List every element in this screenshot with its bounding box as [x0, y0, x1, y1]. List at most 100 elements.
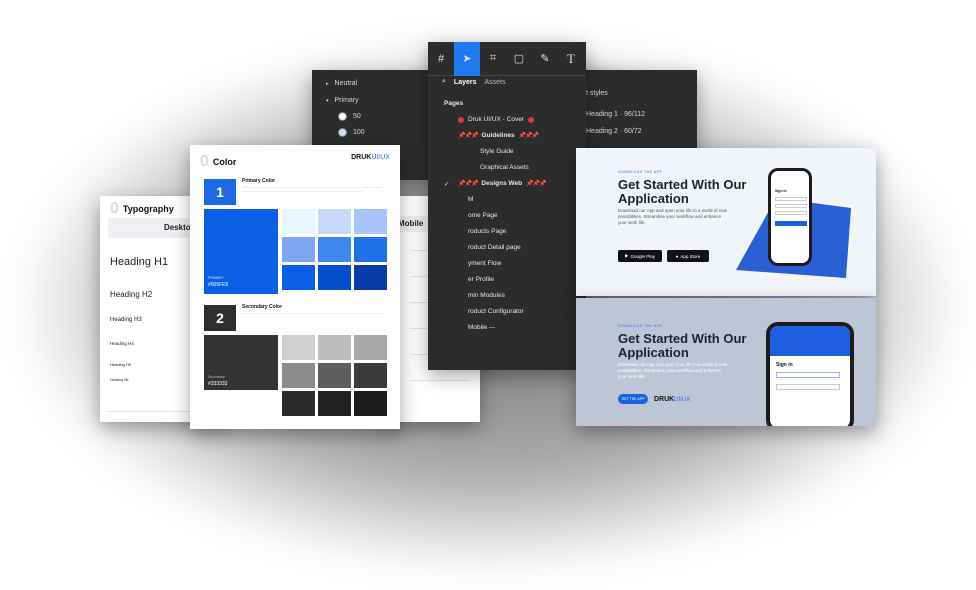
color-swatch[interactable]: [282, 265, 315, 290]
divider: [410, 380, 470, 381]
phone-mockup: Sign in: [766, 322, 854, 426]
figma-page-label: yment Flow: [468, 260, 502, 267]
get-app-button[interactable]: GET THE APP: [618, 394, 648, 404]
panel-header: t styles: [586, 90, 608, 97]
kicker-text: DOWNLOAD THE APP: [618, 170, 663, 174]
swatch-label: Secondary: [208, 375, 225, 379]
move-tool-icon[interactable]: ➤: [454, 42, 480, 76]
group-label: Neutral: [334, 80, 358, 87]
figma-page-item[interactable]: min Modules: [468, 292, 505, 299]
color-swatch[interactable]: [318, 265, 351, 290]
figma-page-item[interactable]: yment Flow: [468, 260, 501, 267]
tab-layers[interactable]: Layers: [454, 79, 477, 86]
shape-tool-icon[interactable]: ▢: [506, 42, 532, 76]
color-swatch[interactable]: [282, 335, 315, 360]
pen-tool-icon[interactable]: ✎: [532, 42, 558, 76]
color-swatch[interactable]: [318, 237, 351, 262]
figma-page-item[interactable]: M: [468, 196, 473, 203]
pin-icon: 📌📌📌: [526, 181, 546, 187]
heading-h2-sample: Heading H2: [110, 290, 153, 299]
figma-page-item[interactable]: Mobile ---: [468, 324, 495, 331]
swatch-label: 50: [353, 113, 361, 120]
color-swatch[interactable]: [354, 209, 387, 234]
app-store-button[interactable]: ● App Store: [667, 250, 709, 262]
figma-page-label: Druk UI/UX - Cover: [468, 116, 524, 123]
group-neutral[interactable]: ▸ Neutral: [326, 80, 357, 87]
secondary-main-swatch[interactable]: Secondary #333333: [204, 335, 278, 390]
figma-page-label: Designs Web: [481, 180, 523, 187]
tab-assets[interactable]: Assets: [485, 79, 506, 86]
color-swatch[interactable]: [318, 391, 351, 416]
text-style-item[interactable]: Heading 1 · 96/112: [586, 111, 645, 118]
figma-toolbar: # ➤ ⌗ ▢ ✎ T: [428, 42, 586, 76]
swatch-hex: #005FE5: [208, 282, 229, 288]
figma-page-item[interactable]: Graphical Assets: [480, 164, 529, 171]
color-swatch[interactable]: [282, 237, 315, 262]
store-label: App Store: [680, 253, 701, 259]
frame-tool-icon[interactable]: ⌗: [480, 42, 506, 76]
text-tool-icon[interactable]: T: [558, 42, 584, 76]
phone-input: [776, 372, 840, 378]
color-swatch[interactable]: [354, 237, 387, 262]
color-swatch[interactable]: [354, 391, 387, 416]
swatch-row-100[interactable]: 100: [338, 128, 365, 137]
phone-header: [770, 326, 850, 356]
figma-tabs: ⌕ Layers Assets: [442, 78, 506, 86]
color-swatch[interactable]: [318, 363, 351, 388]
color-swatch[interactable]: [354, 265, 387, 290]
group-label: Primary: [334, 97, 359, 104]
figma-page-item[interactable]: 📌📌📌 Guidelines 📌📌📌: [458, 132, 539, 139]
search-icon[interactable]: ⌕: [442, 78, 446, 86]
status-dot-icon: [458, 116, 464, 123]
color-swatch[interactable]: [318, 209, 351, 234]
logo-sub: UI/UX: [674, 397, 691, 403]
figma-page-item[interactable]: Style Guide: [480, 148, 514, 155]
druk-logo: DRUKUI/UX: [654, 396, 690, 403]
swatch-row-50[interactable]: 50: [338, 112, 361, 121]
color-swatch[interactable]: [354, 335, 387, 360]
color-swatch[interactable]: [282, 209, 315, 234]
color-swatch[interactable]: [282, 363, 315, 388]
section-bar-label: Mobile: [398, 219, 424, 228]
google-play-button[interactable]: ▶ Google Play: [618, 250, 662, 262]
figma-page-item[interactable]: roduct Configurator: [468, 308, 524, 315]
card-description: Download our App and open your life to a…: [618, 362, 728, 379]
secondary-heading: Secondary Color: [242, 304, 283, 310]
primary-number-badge: 1: [204, 179, 236, 205]
figma-page-label: Mobile ---: [468, 324, 496, 331]
figma-page-item[interactable]: ✓ 📌📌📌 Designs Web 📌📌📌: [444, 180, 547, 188]
phone-input: [775, 211, 807, 215]
heading-h4-sample: Heading H4: [110, 341, 134, 346]
figma-layers-panel: # ➤ ⌗ ▢ ✎ T ⌕ Layers Assets Pages Druk U…: [428, 42, 586, 370]
figma-page-item[interactable]: roducts Page: [468, 228, 506, 235]
app-download-card-grey: DOWNLOAD THE APP Get Started With Our Ap…: [576, 298, 876, 426]
figma-page-item[interactable]: ome Page: [468, 212, 498, 219]
color-swatch[interactable]: [318, 335, 351, 360]
heading-h5-sample: Heading H5: [110, 362, 132, 367]
color-swatch[interactable]: [354, 363, 387, 388]
group-primary[interactable]: ▾ Primary: [326, 97, 359, 104]
check-icon: ✓: [444, 180, 450, 188]
figma-menu-icon[interactable]: #: [428, 42, 454, 76]
figma-page-item[interactable]: er Profile: [468, 276, 494, 283]
apple-icon: ●: [675, 253, 679, 259]
phone-input: [776, 384, 840, 390]
primary-main-swatch[interactable]: PRIMARY #005FE5: [204, 209, 278, 294]
pin-icon: 📌📌📌: [518, 133, 539, 139]
primary-heading: Primary Color: [242, 178, 276, 184]
figma-page-label: M: [468, 196, 474, 203]
card-title-line2: Application: [618, 191, 689, 206]
figma-page-label: roducts Page: [468, 228, 507, 235]
text-style-item[interactable]: Heading 2 · 60/72: [586, 128, 642, 135]
figma-page-label: Guidelines: [481, 132, 515, 139]
card-description: Download our App and open your life to a…: [618, 208, 728, 225]
phone-sign-in: Sign in: [776, 362, 793, 368]
chevron-down-icon: ▾: [326, 97, 329, 104]
card-title-line1: Get Started With Our: [618, 177, 747, 192]
figma-page-item[interactable]: roduct Detail page: [468, 244, 521, 251]
phone-input: [775, 204, 807, 208]
figma-page-item[interactable]: Druk UI/UX - Cover: [458, 116, 534, 123]
logo-main: DRUK: [351, 154, 372, 161]
store-label: Google Play: [630, 253, 655, 259]
color-swatch[interactable]: [282, 391, 315, 416]
